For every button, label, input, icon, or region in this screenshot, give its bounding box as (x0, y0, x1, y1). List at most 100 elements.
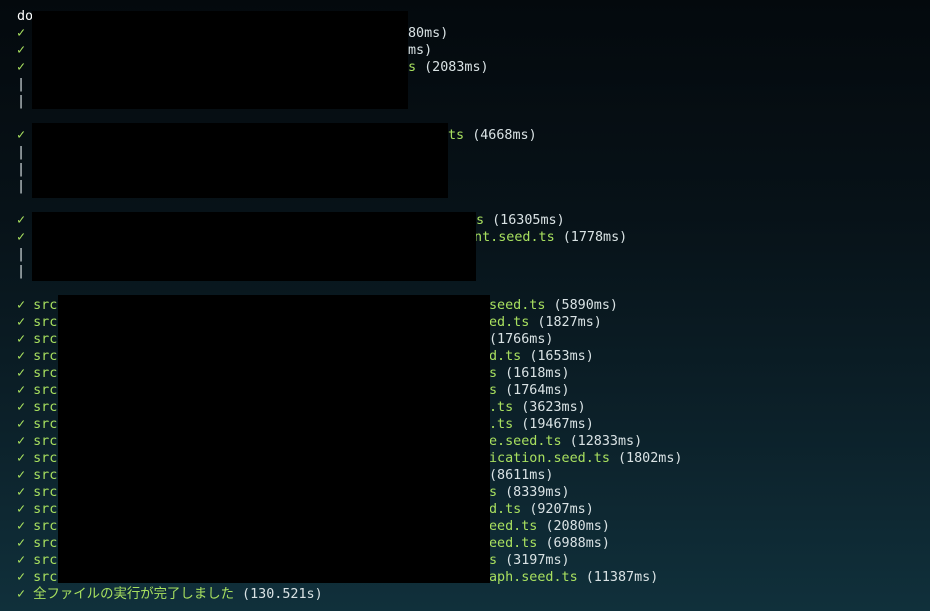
list-item-tail: ed.ts (1827ms) (489, 314, 602, 331)
duration-text: (3197ms) (505, 553, 570, 568)
list-item-tail: e.seed.ts (12833ms) (489, 433, 642, 450)
completion-message: 全ファイルの実行が完了しました (33, 587, 234, 602)
file-path-tail: .ts (489, 400, 514, 415)
summary-line: ✓ 全ファイルの実行が完了しました (130.521s) (17, 586, 323, 603)
pipe-icon: | (17, 264, 26, 279)
duration-text: (1653ms) (529, 349, 594, 364)
file-path-tail: seed.ts (489, 298, 546, 313)
check-mark-icon: ✓ (17, 213, 26, 228)
pipe-icon: | (17, 162, 26, 177)
list-item: ✓ src (17, 331, 57, 348)
command-line: do (17, 8, 33, 25)
duration-text: (2083ms) (424, 60, 489, 75)
list-item-tail: s (8339ms) (489, 484, 570, 501)
check-mark-icon: ✓ (17, 536, 26, 551)
file-path-tail: s (408, 60, 417, 75)
check-mark-icon: ✓ (17, 315, 26, 330)
file-path-tail: s (489, 485, 498, 500)
list-item-tail: eed.ts (2080ms) (489, 518, 610, 535)
output-line: ✓ (17, 212, 25, 229)
check-mark-icon: ✓ (17, 230, 26, 245)
list-item: ✓ src (17, 399, 57, 416)
path-prefix: src (33, 468, 58, 483)
check-mark-icon: ✓ (17, 400, 26, 415)
check-mark-icon: ✓ (17, 502, 26, 517)
list-item: ✓ src (17, 552, 57, 569)
list-item-tail: d.ts (1653ms) (489, 348, 594, 365)
redaction-block (32, 123, 448, 198)
check-mark-icon: ✓ (17, 451, 26, 466)
pipe-icon: | (17, 145, 26, 160)
check-mark-icon: ✓ (17, 417, 26, 432)
check-mark-icon: ✓ (17, 468, 26, 483)
output-line: ✓ (17, 229, 25, 246)
path-prefix: src (33, 332, 58, 347)
path-prefix: src (33, 485, 58, 500)
path-prefix: src (33, 417, 58, 432)
output-line: ✓ (17, 25, 25, 42)
file-path-tail: ts (448, 128, 465, 143)
pipe-icon: | (17, 247, 26, 262)
list-item-tail: s (3197ms) (489, 552, 570, 569)
duration-text: (4668ms) (472, 128, 537, 143)
redaction-block (32, 11, 408, 109)
output-line: ✓ (17, 42, 25, 59)
check-mark-icon: ✓ (17, 366, 26, 381)
file-path-tail: s (489, 366, 498, 381)
check-mark-icon: ✓ (17, 26, 26, 41)
check-mark-icon: ✓ (17, 128, 26, 143)
check-mark-icon: ✓ (17, 434, 26, 449)
output-line-tail: s (2083ms) (408, 59, 489, 76)
duration-text: (1764ms) (505, 383, 570, 398)
check-mark-icon: ✓ (17, 587, 26, 602)
list-item-tail: s (1618ms) (489, 365, 570, 382)
list-item-tail: .ts (3623ms) (489, 399, 586, 416)
path-prefix: src (33, 349, 58, 364)
list-item-tail: ication.seed.ts (1802ms) (489, 450, 683, 467)
terminal-window: do ✓ 80ms) ✓ ms) ✓ s (2083ms) | | ✓ ts (… (0, 0, 930, 611)
check-mark-icon: ✓ (17, 519, 26, 534)
file-path-tail: d.ts (489, 349, 522, 364)
pipe-icon: | (17, 179, 26, 194)
check-mark-icon: ✓ (17, 332, 26, 347)
file-path-tail: ication.seed.ts (489, 451, 610, 466)
duration-text: (1827ms) (537, 315, 602, 330)
list-item: ✓ src (17, 348, 57, 365)
total-duration: (130.521s) (242, 587, 323, 602)
check-mark-icon: ✓ (17, 383, 26, 398)
file-path-tail: int.seed.ts (466, 230, 555, 245)
duration-text: 80ms) (408, 26, 449, 41)
duration-text: (3623ms) (521, 400, 586, 415)
redaction-block (32, 212, 476, 281)
output-line: ✓ (17, 127, 25, 144)
list-item: ✓ src (17, 297, 57, 314)
list-item: ✓ src (17, 314, 57, 331)
duration-text: (1766ms) (489, 332, 554, 347)
duration-text: (1778ms) (562, 230, 628, 245)
list-item: ✓ src (17, 467, 57, 484)
file-path-tail: e.seed.ts (489, 434, 562, 449)
list-item-tail: (1766ms) (489, 331, 554, 348)
command-prefix: do (17, 9, 34, 24)
output-line-tail: s (16305ms) (476, 212, 565, 229)
duration-text: (12833ms) (569, 434, 643, 449)
list-item-tail: eed.ts (6988ms) (489, 535, 610, 552)
duration-text: (8339ms) (505, 485, 570, 500)
check-mark-icon: ✓ (17, 553, 26, 568)
list-item: ✓ src (17, 433, 57, 450)
path-prefix: src (33, 383, 58, 398)
pipe-icon: | (17, 77, 26, 92)
list-item-tail: d.ts (9207ms) (489, 501, 594, 518)
list-item: ✓ src (17, 365, 57, 382)
list-item-tail: .ts (19467ms) (489, 416, 594, 433)
list-item: ✓ src (17, 416, 57, 433)
pipe-icon: | (17, 94, 26, 109)
check-mark-icon: ✓ (17, 349, 26, 364)
file-path-tail: eed.ts (489, 519, 538, 534)
duration-text: (5890ms) (553, 298, 619, 313)
check-mark-icon: ✓ (17, 60, 26, 75)
list-item: ✓ src (17, 518, 57, 535)
duration-text: ms) (408, 43, 433, 58)
list-item-tail: aph.seed.ts (11387ms) (489, 569, 658, 586)
path-prefix: src (33, 570, 58, 585)
